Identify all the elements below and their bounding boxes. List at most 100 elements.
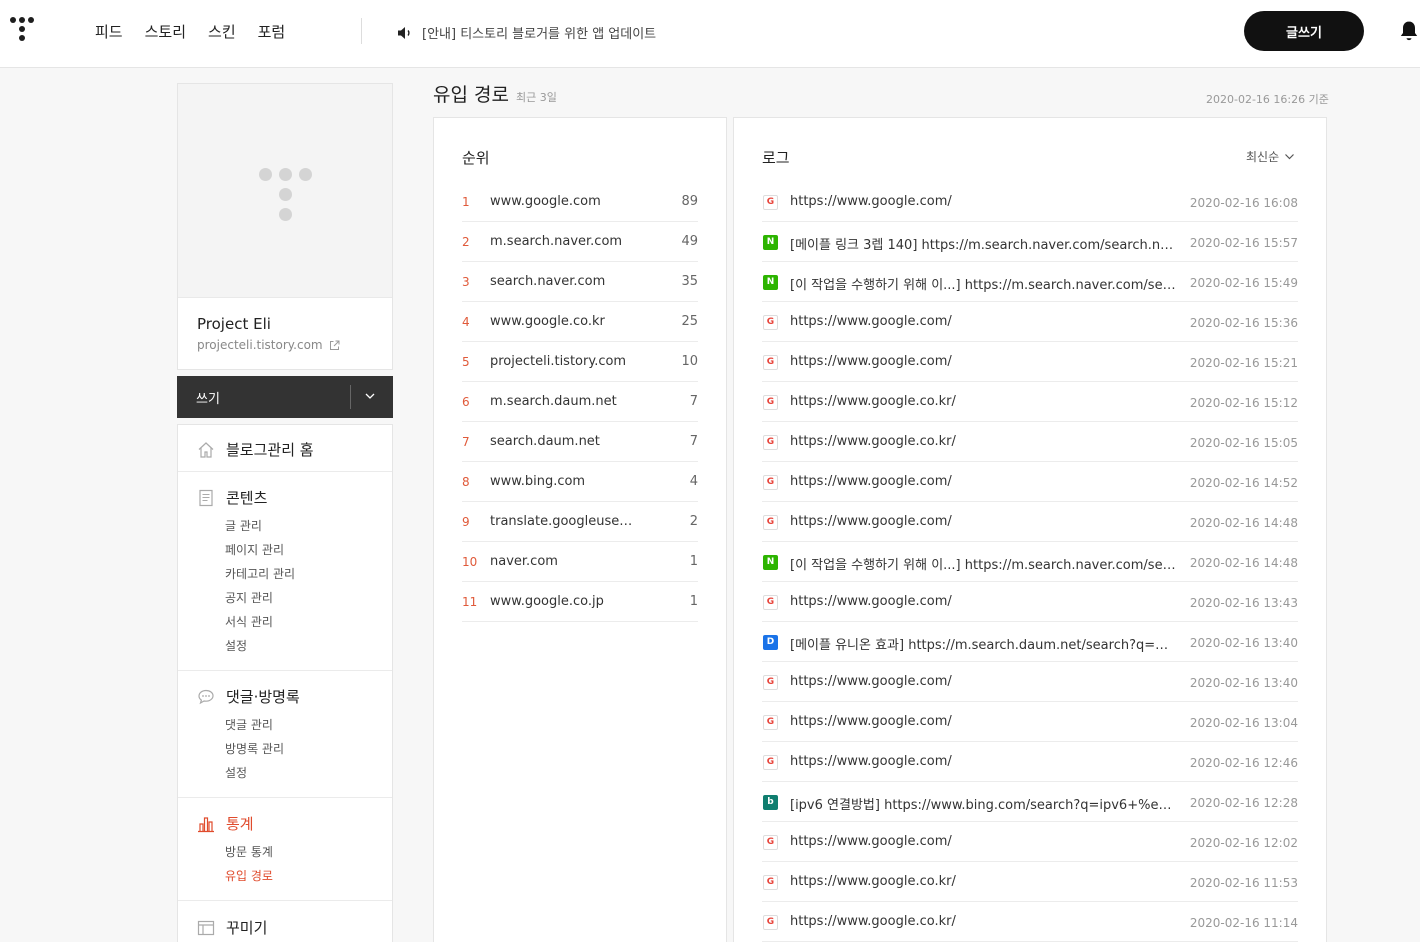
list-item[interactable]: Ghttps://www.google.co.kr/2020-02-16 15:… (762, 382, 1298, 422)
table-row[interactable]: 11 www.google.co.jp 1 (462, 582, 698, 622)
list-item[interactable]: Ghttps://www.google.com/2020-02-16 13:40 (762, 662, 1298, 702)
referrer-url[interactable]: https://www.google.com/ (790, 474, 1176, 489)
referrer-url[interactable]: https://www.google.co.kr/ (790, 914, 1176, 929)
list-item[interactable]: D [메이플 유니온 효과] https://m.search.daum.net/… (762, 622, 1298, 662)
list-item[interactable]: Ghttps://www.google.com/2020-02-16 15:36 (762, 302, 1298, 342)
referrer-count: 10 (681, 354, 698, 369)
table-row[interactable]: 7 search.daum.net 7 (462, 422, 698, 462)
referrer-url[interactable]: https://www.google.com/ (790, 354, 1176, 369)
referrer-url[interactable]: [메이플 유니온 효과] https://m.search.daum.net/s… (790, 634, 1176, 653)
blog-url-link[interactable]: projecteli.tistory.com (197, 338, 340, 352)
list-item[interactable]: N [이 작업을 수행하기 위해 이...] https://m.search.n… (762, 542, 1298, 582)
list-item[interactable]: Ghttps://www.google.co.kr/2020-02-16 11:… (762, 862, 1298, 902)
list-item[interactable]: Ghttps://www.google.com/2020-02-16 14:48 (762, 502, 1298, 542)
nav-feed[interactable]: 피드 (95, 21, 123, 42)
google-icon: G (763, 835, 778, 850)
table-row[interactable]: 1 www.google.com 89 (462, 182, 698, 222)
referrer-url[interactable]: https://www.google.com/ (790, 714, 1176, 729)
referrer-url[interactable]: https://www.google.com/ (790, 754, 1176, 769)
rank-number: 5 (462, 355, 470, 369)
referrer-host[interactable]: www.bing.com (490, 474, 640, 489)
tistory-logo-icon[interactable] (10, 17, 36, 45)
bell-icon[interactable] (1399, 20, 1419, 42)
list-item[interactable]: b [ipv6 연결방법] https://www.bing.com/search… (762, 782, 1298, 822)
visit-time: 2020-02-16 11:14 (1189, 916, 1298, 930)
list-item[interactable]: Ghttps://www.google.com/2020-02-16 13:04 (762, 702, 1298, 742)
referrer-url[interactable]: https://www.google.com/ (790, 674, 1176, 689)
menu-sub-categories[interactable]: 카테고리 관리 (225, 565, 295, 582)
referrer-host[interactable]: search.naver.com (490, 274, 640, 289)
nav-forum[interactable]: 포럼 (258, 21, 286, 42)
referrer-url[interactable]: https://www.google.com/ (790, 194, 1176, 209)
list-item[interactable]: Ghttps://www.google.com/2020-02-16 12:02 (762, 822, 1298, 862)
menu-sub-visit-stats[interactable]: 방문 통계 (225, 843, 273, 860)
referrer-url[interactable]: [이 작업을 수행하기 위해 이...] https://m.search.na… (790, 274, 1176, 293)
sort-dropdown[interactable]: 최신순 (1246, 148, 1295, 165)
table-row[interactable]: 10 naver.com 1 (462, 542, 698, 582)
referrer-url[interactable]: https://www.google.com/ (790, 594, 1176, 609)
referrer-url[interactable]: [이 작업을 수행하기 위해 이...] https://m.search.na… (790, 554, 1176, 573)
menu-sub-comment-settings[interactable]: 설정 (225, 764, 247, 781)
menu-sub-referrer[interactable]: 유입 경로 (225, 867, 273, 884)
table-row[interactable]: 2 m.search.naver.com 49 (462, 222, 698, 262)
menu-item-decorate[interactable]: 꾸미기 (197, 917, 267, 938)
write-post-button[interactable]: 글쓰기 (1244, 11, 1364, 51)
referrer-url[interactable]: https://www.google.com/ (790, 314, 1176, 329)
list-item[interactable]: Ghttps://www.google.com/2020-02-16 15:21 (762, 342, 1298, 382)
menu-sub-content-settings[interactable]: 설정 (225, 637, 247, 654)
menu-sub-pages[interactable]: 페이지 관리 (225, 541, 284, 558)
blog-profile-image[interactable] (178, 84, 392, 298)
referrer-host[interactable]: www.google.com (490, 194, 640, 209)
list-item[interactable]: Ghttps://www.google.com/2020-02-16 16:08 (762, 182, 1298, 222)
nav-skin[interactable]: 스킨 (208, 21, 236, 42)
menu-item-comments[interactable]: 댓글·방명록 (197, 686, 300, 707)
blog-profile-card: Project Eli projecteli.tistory.com (177, 83, 393, 370)
referrer-host[interactable]: m.search.naver.com (490, 234, 640, 249)
ranking-title: 순위 (462, 149, 490, 167)
nav-story[interactable]: 스토리 (145, 21, 186, 42)
list-item[interactable]: Ghttps://www.google.com/2020-02-16 14:52 (762, 462, 1298, 502)
menu-sub-posts[interactable]: 글 관리 (225, 517, 262, 534)
referrer-host[interactable]: www.google.co.kr (490, 314, 640, 329)
menu-sub-comment-manage[interactable]: 댓글 관리 (225, 716, 273, 733)
referrer-host[interactable]: m.search.daum.net (490, 394, 640, 409)
table-row[interactable]: 4 www.google.co.kr 25 (462, 302, 698, 342)
write-dropdown[interactable]: 쓰기 (177, 376, 393, 418)
menu-sub-notices[interactable]: 공지 관리 (225, 589, 273, 606)
list-item[interactable]: Ghttps://www.google.com/2020-02-16 12:46 (762, 742, 1298, 782)
menu-sub-templates[interactable]: 서식 관리 (225, 613, 273, 630)
chevron-down-icon (1285, 154, 1295, 160)
referrer-url[interactable]: https://www.google.co.kr/ (790, 394, 1176, 409)
referrer-url[interactable]: https://www.google.co.kr/ (790, 874, 1176, 889)
table-row[interactable]: 8 www.bing.com 4 (462, 462, 698, 502)
list-item[interactable]: Ghttps://www.google.com/2020-02-16 13:43 (762, 582, 1298, 622)
menu-sub-guestbook[interactable]: 방명록 관리 (225, 740, 284, 757)
list-item[interactable]: N [메이플 링크 3렙 140] https://m.search.naver.… (762, 222, 1298, 262)
referrer-url[interactable]: https://www.google.com/ (790, 514, 1176, 529)
referrer-host[interactable]: translate.googleuse… (490, 514, 640, 529)
referrer-url[interactable]: [ipv6 연결방법] https://www.bing.com/search?… (790, 794, 1176, 813)
visit-time: 2020-02-16 15:05 (1189, 436, 1298, 450)
referrer-host[interactable]: www.google.co.jp (490, 594, 640, 609)
referrer-url[interactable]: https://www.google.co.kr/ (790, 434, 1176, 449)
visit-time: 2020-02-16 14:52 (1189, 476, 1298, 490)
referrer-url[interactable]: [메이플 링크 3렙 140] https://m.search.naver.c… (790, 234, 1176, 253)
notice-link[interactable]: [안내] 티스토리 블로거를 위한 앱 업데이트 (397, 23, 656, 42)
table-row[interactable]: 5 projecteli.tistory.com 10 (462, 342, 698, 382)
menu-item-stats[interactable]: 통계 (197, 813, 254, 834)
referrer-host[interactable]: naver.com (490, 554, 640, 569)
list-item[interactable]: N [이 작업을 수행하기 위해 이...] https://m.search.n… (762, 262, 1298, 302)
menu-section-stats: 통계 방문 통계 유입 경로 (178, 798, 392, 901)
referrer-host[interactable]: projecteli.tistory.com (490, 354, 640, 369)
menu-item-content[interactable]: 콘텐츠 (197, 487, 267, 508)
menu-item-blog-home[interactable]: 블로그관리 홈 (197, 439, 314, 460)
table-row[interactable]: 3 search.naver.com 35 (462, 262, 698, 302)
visit-time: 2020-02-16 13:43 (1189, 596, 1298, 610)
table-row[interactable]: 6 m.search.daum.net 7 (462, 382, 698, 422)
table-row[interactable]: 9 translate.googleuse… 2 (462, 502, 698, 542)
list-item[interactable]: Ghttps://www.google.co.kr/2020-02-16 11:… (762, 902, 1298, 942)
referrer-host[interactable]: search.daum.net (490, 434, 640, 449)
list-item[interactable]: Ghttps://www.google.co.kr/2020-02-16 15:… (762, 422, 1298, 462)
referrer-url[interactable]: https://www.google.com/ (790, 834, 1176, 849)
chevron-down-icon[interactable] (364, 390, 376, 402)
